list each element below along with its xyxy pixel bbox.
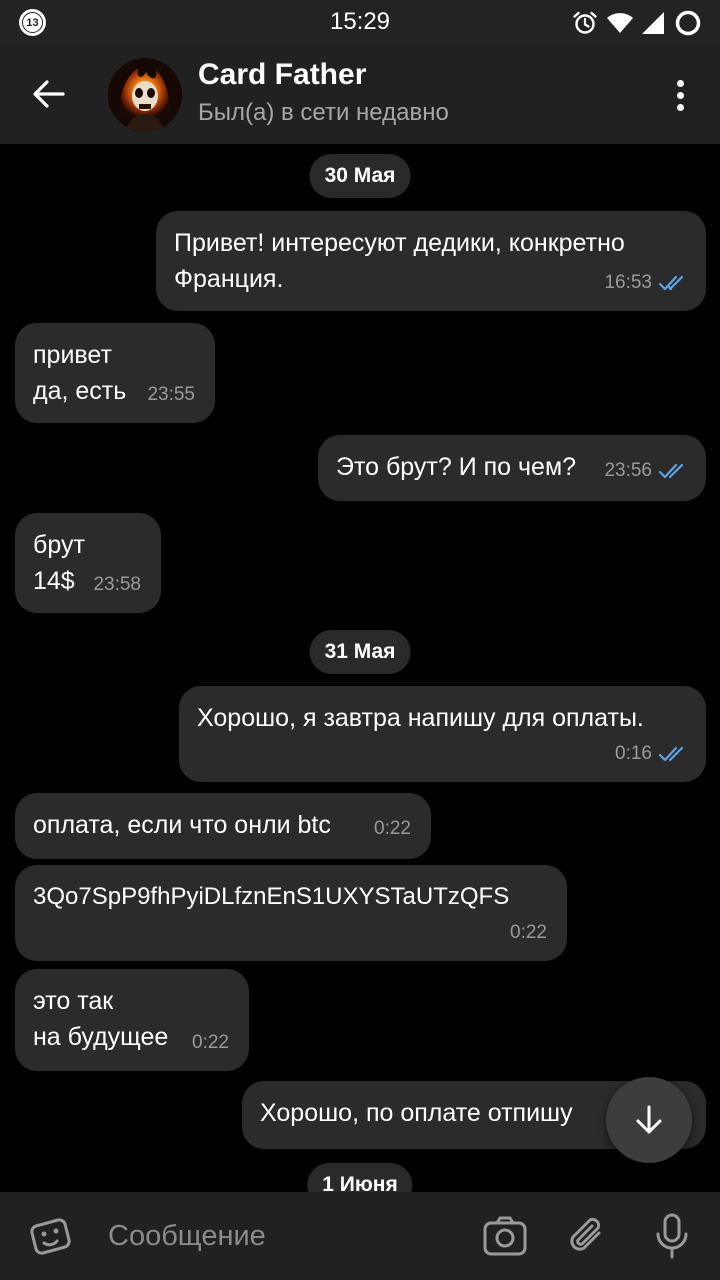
message-bubble-incoming[interactable]: брут 14$ 23:58	[15, 513, 161, 613]
message-bubble-outgoing[interactable]: Привет! интересуют дедики, конкретно Фра…	[156, 211, 706, 311]
arrow-down-icon	[636, 1105, 662, 1134]
double-check-icon	[658, 275, 684, 291]
message-bubble-outgoing[interactable]: Это брут? И по чем? 23:56	[318, 435, 706, 501]
message-list[interactable]: 30 Мая Привет! интересуют дедики, конкре…	[0, 144, 720, 1192]
double-check-icon	[658, 463, 684, 479]
message-bubble-incoming[interactable]: привет да, есть 23:55	[15, 323, 215, 423]
avatar[interactable]	[108, 58, 182, 132]
message-meta: 0:22	[192, 1025, 229, 1061]
wifi-icon	[607, 13, 633, 33]
date-separator: 1 Июня	[307, 1163, 413, 1192]
chat-header: Card Father Был(а) в сети недавно	[0, 44, 720, 144]
battery-icon	[675, 10, 701, 36]
back-arrow-icon	[33, 80, 65, 108]
message-input-bar	[0, 1192, 720, 1280]
attach-button[interactable]	[564, 1212, 612, 1260]
message-time: 23:58	[93, 574, 141, 595]
chat-last-seen: Был(а) в сети недавно	[198, 99, 449, 126]
date-separator: 31 Мая	[309, 630, 411, 674]
message-bubble-incoming[interactable]: 3Qo7SpP9fhPyiDLfznEnS1UXYSTaUTzQFS 0:22	[15, 865, 567, 961]
alarm-icon	[573, 11, 597, 34]
message-input[interactable]	[108, 1216, 458, 1256]
message-bubble-outgoing[interactable]: Хорошо, я завтра напишу для оплаты. 0:16	[179, 686, 706, 782]
back-button[interactable]	[24, 69, 74, 119]
message-text: Хорошо, я завтра напишу для оплаты.	[197, 704, 644, 732]
camera-button[interactable]	[481, 1212, 529, 1260]
message-bubble-incoming[interactable]: это так на будущее 0:22	[15, 969, 249, 1071]
message-time: 0:22	[192, 1032, 229, 1053]
message-meta: 16:53	[604, 265, 688, 301]
date-separator: 30 Мая	[309, 154, 411, 198]
message-time: 23:55	[147, 384, 195, 405]
scroll-down-button[interactable]	[606, 1077, 692, 1163]
more-options-button[interactable]	[660, 72, 700, 118]
message-time: 23:56	[604, 460, 652, 481]
camera-icon	[483, 1216, 527, 1256]
message-time: 0:22	[510, 922, 547, 943]
emoji-button[interactable]	[26, 1212, 74, 1260]
message-meta: 0:22	[374, 811, 411, 847]
more-vertical-icon	[676, 79, 684, 111]
message-meta: 23:56	[604, 453, 688, 489]
attach-icon	[570, 1217, 601, 1251]
message-time: 0:16	[615, 743, 652, 764]
status-icons	[572, 10, 702, 36]
message-meta: 0:16	[615, 736, 688, 772]
message-bubble-incoming[interactable]: оплата, если что онли btc 0:22	[15, 793, 431, 859]
voice-button[interactable]	[648, 1212, 696, 1260]
message-text: оплата, если что онли btc	[33, 811, 331, 839]
signal-icon	[642, 12, 664, 34]
mic-icon	[656, 1213, 688, 1259]
message-meta: 0:22	[510, 915, 547, 951]
status-bar: 13 15:29	[0, 0, 720, 44]
chat-title[interactable]: Card Father	[198, 58, 366, 92]
message-meta: 23:58	[93, 567, 141, 603]
avatar-image	[108, 58, 182, 132]
message-time: 16:53	[604, 272, 652, 293]
double-check-icon	[658, 746, 684, 762]
message-text: 3Qo7SpP9fhPyiDLfznEnS1UXYSTaUTzQFS	[33, 883, 510, 910]
emoji-icon	[30, 1218, 71, 1255]
message-time: 0:22	[374, 818, 411, 839]
message-meta: 23:55	[147, 377, 195, 413]
